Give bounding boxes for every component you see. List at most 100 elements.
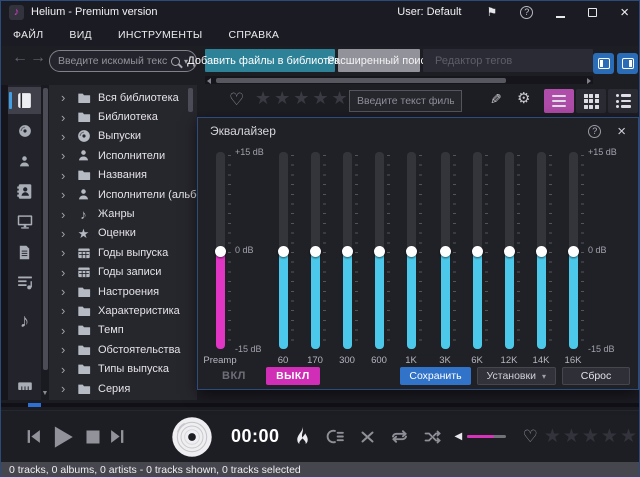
sidebar-item-contacts[interactable]	[8, 178, 41, 205]
eq-band-slider-170[interactable]	[311, 152, 320, 349]
shuffle-icon[interactable]	[423, 429, 442, 445]
crossfade-icon[interactable]	[359, 429, 376, 445]
chevron-right-icon[interactable]: ›	[61, 304, 69, 317]
settings-gear-icon[interactable]: ⚙	[517, 91, 530, 106]
eq-slider-thumb[interactable]	[536, 246, 547, 257]
view-details-button[interactable]	[608, 89, 638, 113]
flag-icon[interactable]: ⚑	[486, 5, 497, 19]
eq-slider-thumb[interactable]	[504, 246, 515, 257]
tree-item[interactable]: ›Вся библиотека	[49, 88, 197, 107]
filter-input[interactable]	[349, 90, 462, 112]
chevron-right-icon[interactable]: ›	[61, 363, 69, 376]
chevron-right-icon[interactable]: ›	[61, 111, 69, 124]
chevron-right-icon[interactable]: ›	[61, 246, 69, 259]
chevron-right-icon[interactable]: ›	[61, 169, 69, 182]
menu-item-3[interactable]: СПРАВКА	[229, 29, 280, 41]
play-button[interactable]	[50, 423, 76, 451]
eq-slider-thumb[interactable]	[440, 246, 451, 257]
search-input[interactable]	[58, 55, 167, 67]
edit-pencil-icon[interactable]: ✎	[490, 92, 502, 106]
scrollbar-thumb[interactable]	[216, 78, 506, 83]
tree-item[interactable]: ›Настроения	[49, 282, 197, 301]
chevron-right-icon[interactable]: ›	[61, 130, 69, 143]
presets-button[interactable]: Установки▾	[477, 367, 556, 385]
advanced-search-button[interactable]: Расширенный поиск	[338, 49, 420, 72]
back-arrow-icon[interactable]: ←	[12, 49, 28, 67]
chevron-right-icon[interactable]: ›	[61, 91, 69, 104]
menu-item-2[interactable]: ИНСТРУМЕНТЫ	[118, 29, 203, 41]
sidebar-item-devices[interactable]	[8, 208, 41, 235]
track-heart-icon[interactable]: ♡	[523, 428, 538, 445]
eq-slider-thumb[interactable]	[472, 246, 483, 257]
eq-band-slider-14K[interactable]	[537, 152, 546, 349]
minimize-button[interactable]	[556, 16, 565, 18]
help-icon[interactable]: ?	[520, 6, 533, 19]
sidebar-item-playlists[interactable]	[8, 269, 41, 296]
eq-slider-thumb[interactable]	[374, 246, 385, 257]
seek-bar[interactable]	[1, 400, 639, 410]
seek-track[interactable]	[1, 403, 639, 407]
sidebar-item-releases[interactable]	[8, 117, 41, 144]
tree-item[interactable]: ›Названия	[49, 166, 197, 185]
play-queue-icon[interactable]	[326, 428, 345, 445]
scroll-down-icon[interactable]: ▼	[41, 390, 49, 397]
search-box[interactable]: ▾	[49, 50, 197, 72]
sidebar-item-instruments[interactable]	[8, 373, 41, 400]
tag-editor-button[interactable]: Редактор тегов	[423, 49, 593, 72]
eq-slider-thumb[interactable]	[310, 246, 321, 257]
eq-on-button[interactable]: ВКЛ	[222, 370, 246, 382]
eq-band-slider-1K[interactable]	[407, 152, 416, 349]
scroll-left-icon[interactable]	[207, 78, 211, 84]
tree-item[interactable]: ›Характеристика	[49, 301, 197, 320]
tree-item[interactable]: ›Годы записи	[49, 263, 197, 282]
forward-arrow-icon[interactable]: →	[30, 49, 46, 67]
next-track-button[interactable]	[109, 428, 126, 445]
scroll-right-icon[interactable]	[587, 78, 591, 84]
sidebar-item-library[interactable]	[8, 87, 41, 114]
sidebar-item-reports[interactable]	[8, 239, 41, 266]
tree-item[interactable]: ›★Оценки	[49, 224, 197, 243]
eq-band-slider-300[interactable]	[343, 152, 352, 349]
eq-slider-thumb[interactable]	[342, 246, 353, 257]
chevron-right-icon[interactable]: ›	[61, 285, 69, 298]
close-button[interactable]: ×	[620, 5, 629, 20]
chevron-right-icon[interactable]: ›	[61, 227, 69, 240]
sidebar-item-artists[interactable]	[8, 148, 41, 175]
repeat-icon[interactable]	[390, 428, 409, 445]
eq-band-slider-600[interactable]	[375, 152, 384, 349]
volume-speaker-icon[interactable]: ◀	[455, 432, 463, 442]
favorite-heart-icon[interactable]: ♡	[229, 91, 244, 108]
add-files-button[interactable]: Добавить файлы в библиотеку...	[205, 49, 335, 72]
tree-item[interactable]: ›Годы выпуска	[49, 243, 197, 262]
chevron-right-icon[interactable]: ›	[61, 324, 69, 337]
eq-band-slider-12K[interactable]	[505, 152, 514, 349]
sidebar-item-music[interactable]: ♪	[8, 308, 41, 335]
reset-button[interactable]: Сброс	[562, 367, 630, 385]
flame-icon[interactable]	[293, 425, 312, 449]
menu-item-0[interactable]: ФАЙЛ	[13, 29, 43, 41]
tree-item[interactable]: ›Типы выпуска	[49, 359, 197, 378]
save-button[interactable]: Сохранить	[400, 367, 470, 385]
tree-item[interactable]: ›Обстоятельства	[49, 340, 197, 359]
previous-track-button[interactable]	[25, 428, 42, 445]
view-grid-button[interactable]	[576, 89, 606, 113]
volume-slider[interactable]	[467, 435, 505, 438]
chevron-right-icon[interactable]: ›	[61, 343, 69, 356]
disc-art-icon[interactable]	[170, 415, 214, 459]
eq-preamp-slider[interactable]	[216, 152, 225, 349]
eq-slider-thumb[interactable]	[406, 246, 417, 257]
tree-scrollbar-thumb[interactable]	[43, 88, 48, 370]
eq-band-slider-3K[interactable]	[441, 152, 450, 349]
eq-band-slider-60[interactable]	[279, 152, 288, 349]
tree-item[interactable]: ›♪Жанры	[49, 204, 197, 223]
tree-item[interactable]: ›Библиотека	[49, 107, 197, 126]
rating-stars[interactable]: ★★★★★	[255, 89, 351, 107]
tree-item[interactable]: ›Исполнители	[49, 146, 197, 165]
stop-button[interactable]	[85, 429, 101, 445]
toolbar-scrollbar[interactable]	[205, 76, 593, 84]
chevron-right-icon[interactable]: ›	[61, 149, 69, 162]
view-list-button[interactable]	[544, 89, 574, 113]
panel-toggle-left-button[interactable]	[593, 53, 614, 74]
track-rating-stars[interactable]: ★★★★★	[544, 427, 639, 446]
content-scrollbar-thumb[interactable]	[188, 88, 193, 112]
